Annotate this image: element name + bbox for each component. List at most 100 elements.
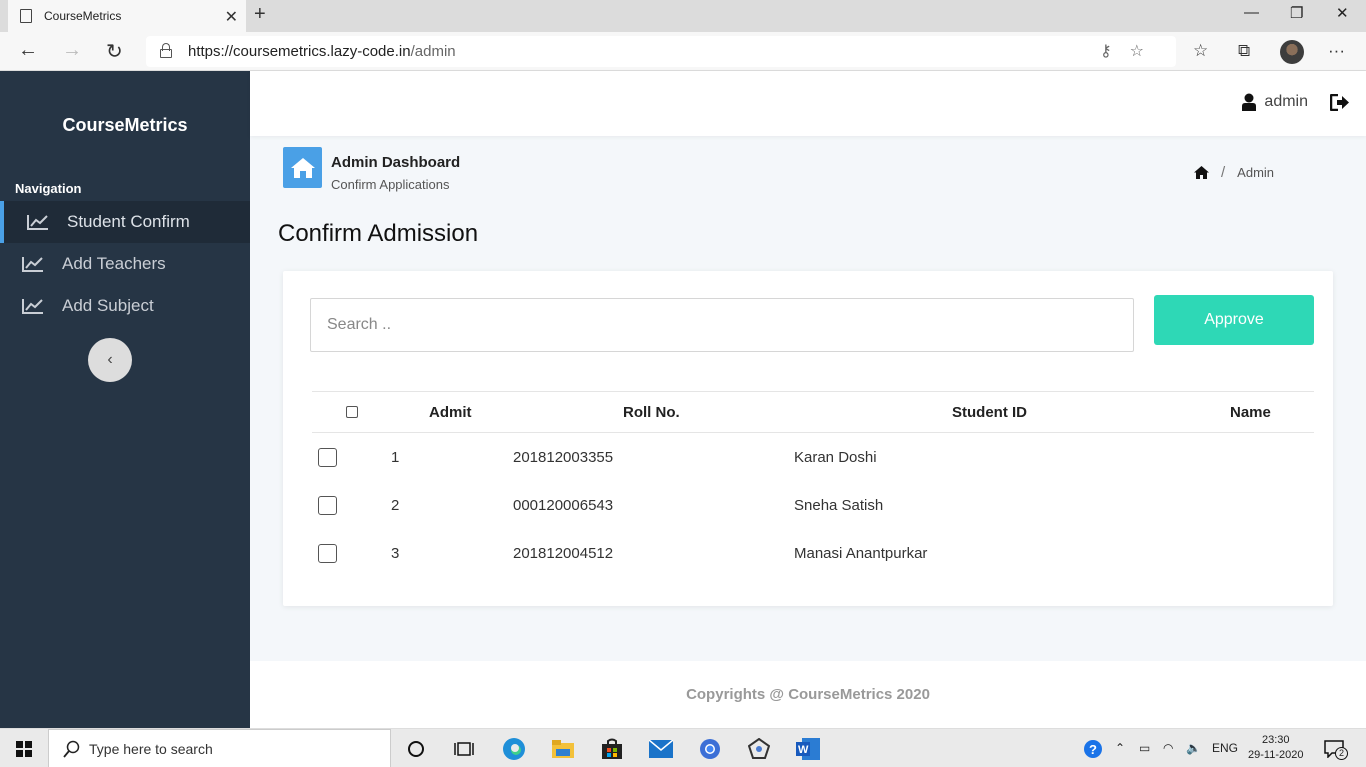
table-row: 1 201812003355 Karan Doshi xyxy=(312,441,1314,489)
browser-tab[interactable]: CourseMetrics ✕ xyxy=(8,0,246,32)
windows-start-icon[interactable] xyxy=(16,741,32,757)
logout-icon[interactable] xyxy=(1330,94,1350,111)
address-toolbar: ← → ↻ https://coursemetrics.lazy-code.in… xyxy=(0,32,1366,71)
profile-avatar[interactable] xyxy=(1280,40,1304,64)
student-id-cell: 201812003355 xyxy=(513,449,614,466)
language-indicator[interactable]: ENG xyxy=(1212,741,1238,755)
collections-icon[interactable]: ⧉ xyxy=(1238,41,1250,61)
clock-date: 29-11-2020 xyxy=(1248,749,1304,761)
browser-tab-bar: CourseMetrics ✕ + — ❐ ✕ xyxy=(0,0,1366,32)
sidebar-collapse-button[interactable]: ‹ xyxy=(88,338,132,382)
store-icon[interactable] xyxy=(600,737,624,761)
taskbar-search-box[interactable]: Type here to search xyxy=(48,729,391,767)
user-menu[interactable]: admin xyxy=(1242,93,1308,111)
clock-time: 23:30 xyxy=(1261,734,1290,746)
tab-title: CourseMetrics xyxy=(44,9,122,23)
sidebar-item-add-teachers[interactable]: Add Teachers xyxy=(0,243,250,285)
user-icon xyxy=(1242,93,1257,111)
word-icon[interactable]: W xyxy=(796,737,820,761)
roll-cell: 1 xyxy=(391,449,400,466)
app-icon[interactable] xyxy=(747,737,771,761)
line-chart-icon xyxy=(22,299,43,314)
home-icon[interactable] xyxy=(1194,166,1209,179)
favorite-star-icon[interactable]: ☆ xyxy=(1130,43,1162,60)
sidebar-item-label: Add Subject xyxy=(62,296,154,315)
column-header: Name xyxy=(1230,404,1271,421)
table-row: 3 201812004512 Manasi Anantpurkar xyxy=(312,537,1314,585)
file-explorer-icon[interactable] xyxy=(551,737,575,761)
top-header: admin xyxy=(250,71,1366,136)
help-icon[interactable]: ? xyxy=(1084,740,1102,758)
search-icon xyxy=(63,740,80,758)
admission-card: Approve Admit Roll No. Student ID Name 1… xyxy=(283,271,1333,606)
name-cell: Karan Doshi xyxy=(794,449,877,466)
breadcrumb-separator: / xyxy=(1221,164,1226,181)
roll-cell: 2 xyxy=(391,497,400,514)
breadcrumb: / Admin xyxy=(1194,164,1274,181)
close-window-icon[interactable]: ✕ xyxy=(1336,4,1349,22)
taskbar: Type here to search W ? ⌃ ▭ ◠ 🔈 ENG 23:3… xyxy=(0,728,1366,767)
select-all-checkbox[interactable] xyxy=(346,406,358,418)
row-checkbox[interactable] xyxy=(318,448,337,467)
copyright-text: Copyrights @ CourseMetrics 2020 xyxy=(686,686,930,703)
roll-cell: 3 xyxy=(391,545,400,562)
chrome-icon[interactable] xyxy=(698,737,722,761)
column-header: Admit xyxy=(429,404,472,421)
cortana-icon[interactable] xyxy=(404,737,428,761)
refresh-icon[interactable]: ↻ xyxy=(106,39,123,64)
page-subtitle: Confirm Applications xyxy=(331,177,450,192)
column-header: Student ID xyxy=(952,404,1027,421)
sidebar-item-label: Add Teachers xyxy=(62,254,166,273)
username: admin xyxy=(1264,93,1308,110)
table-header: Admit Roll No. Student ID Name xyxy=(312,391,1314,433)
notification-icon[interactable]: 2 xyxy=(1324,740,1348,763)
mail-icon[interactable] xyxy=(649,737,673,761)
chevron-up-icon[interactable]: ⌃ xyxy=(1115,741,1125,755)
name-cell: Sneha Satish xyxy=(794,497,884,514)
edge-browser-icon[interactable] xyxy=(502,737,526,761)
minimize-icon[interactable]: — xyxy=(1244,4,1259,21)
forward-icon[interactable]: → xyxy=(62,39,82,62)
column-header: Roll No. xyxy=(623,404,680,421)
taskbar-search-placeholder: Type here to search xyxy=(89,740,213,757)
system-clock[interactable]: 23:30 29-11-2020 xyxy=(1248,733,1303,763)
task-view-icon[interactable] xyxy=(452,737,476,761)
back-icon[interactable]: ← xyxy=(18,39,38,62)
favorites-icon[interactable]: ☆ xyxy=(1193,41,1208,61)
breadcrumb-current: Admin xyxy=(1237,165,1275,180)
sidebar-item-student-confirm[interactable]: Student Confirm xyxy=(0,201,250,243)
svg-text:W: W xyxy=(798,744,809,756)
address-bar[interactable]: https://coursemetrics.lazy-code.in/admin… xyxy=(146,36,1176,67)
sidebar: CourseMetrics Navigation Student Confirm… xyxy=(0,71,250,728)
search-input[interactable] xyxy=(310,298,1134,352)
section-heading: Confirm Admission xyxy=(278,220,479,247)
line-chart-icon xyxy=(22,257,43,272)
brand-name: CourseMetrics xyxy=(62,115,188,135)
table-row: 2 000120006543 Sneha Satish xyxy=(312,489,1314,537)
row-checkbox[interactable] xyxy=(318,496,337,515)
wifi-icon[interactable]: ◠ xyxy=(1163,741,1173,755)
line-chart-icon xyxy=(27,215,48,230)
url-path: /admin xyxy=(410,43,456,60)
page-icon xyxy=(20,9,32,23)
nav-section-label: Navigation xyxy=(15,181,82,196)
sidebar-item-label: Student Confirm xyxy=(67,212,190,231)
close-tab-icon[interactable]: ✕ xyxy=(225,7,238,27)
restore-icon[interactable]: ❐ xyxy=(1290,4,1303,22)
approve-button[interactable]: Approve xyxy=(1154,295,1314,345)
lock-icon xyxy=(160,43,172,58)
key-icon[interactable]: ⚷ xyxy=(1100,43,1130,60)
name-cell: Manasi Anantpurkar xyxy=(794,545,928,562)
row-checkbox[interactable] xyxy=(318,544,337,563)
student-id-cell: 000120006543 xyxy=(513,497,614,514)
page-title: Admin Dashboard xyxy=(331,154,461,171)
url-host: https://coursemetrics.lazy-code.in xyxy=(188,43,411,60)
battery-icon[interactable]: ▭ xyxy=(1139,741,1150,755)
new-tab-icon[interactable]: + xyxy=(254,3,266,26)
student-id-cell: 201812004512 xyxy=(513,545,614,562)
footer: Copyrights @ CourseMetrics 2020 xyxy=(250,661,1366,728)
sidebar-item-add-subject[interactable]: Add Subject xyxy=(0,285,250,327)
more-icon[interactable]: ··· xyxy=(1328,41,1345,61)
chevron-left-icon: ‹ xyxy=(107,351,113,368)
volume-icon[interactable]: 🔈 xyxy=(1186,741,1201,755)
